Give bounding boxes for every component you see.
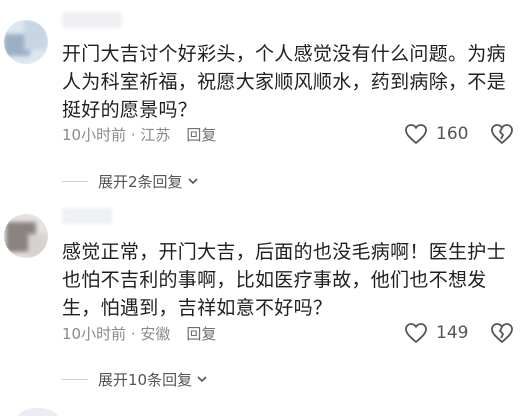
heart-icon — [405, 323, 427, 344]
expand-replies[interactable]: 展开10条回复 — [62, 368, 208, 390]
comment-meta: 10小时前 · 江苏 回复 — [62, 122, 216, 146]
heart-icon — [405, 124, 427, 145]
comment-time-location: 10小时前 · 江苏 — [62, 125, 171, 144]
expand-replies-label[interactable]: 展开10条回复 — [98, 369, 192, 390]
avatar[interactable] — [4, 20, 48, 64]
avatar[interactable] — [18, 408, 58, 416]
chevron-down-icon — [187, 178, 198, 185]
reply-button[interactable]: 回复 — [186, 323, 216, 344]
like-button[interactable]: 160 — [404, 122, 468, 146]
comment-time-location: 10小时前 · 安徽 — [62, 324, 171, 343]
username-blurred[interactable] — [62, 208, 112, 224]
broken-heart-icon[interactable] — [490, 321, 514, 345]
reply-button[interactable]: 回复 — [186, 124, 216, 145]
username-blurred[interactable] — [62, 12, 122, 28]
avatar[interactable] — [4, 214, 48, 258]
divider — [62, 378, 88, 380]
like-count: 149 — [436, 323, 469, 343]
comment-meta: 10小时前 · 安徽 回复 — [62, 321, 216, 345]
like-count: 160 — [436, 124, 469, 144]
expand-replies-label[interactable]: 展开2条回复 — [98, 171, 183, 192]
comment-text: 开门大吉讨个好彩头，个人感觉没有什么问题。为病人为科室祈福，祝愿大家顺风顺水，药… — [62, 43, 506, 121]
chevron-down-icon — [197, 376, 207, 383]
divider — [62, 180, 88, 182]
like-button[interactable]: 149 — [404, 321, 468, 345]
comment-text: 感觉正常，开门大吉，后面的也没毛病啊！医生护士也怕不吉利的事啊，比如医疗事故，他… — [62, 241, 506, 319]
broken-heart-icon[interactable] — [490, 122, 514, 146]
comment-list: 开门大吉讨个好彩头，个人感觉没有什么问题。为病人为科室祈福，祝愿大家顺风顺水，药… — [0, 0, 522, 416]
expand-replies[interactable]: 展开2条回复 — [62, 170, 199, 192]
